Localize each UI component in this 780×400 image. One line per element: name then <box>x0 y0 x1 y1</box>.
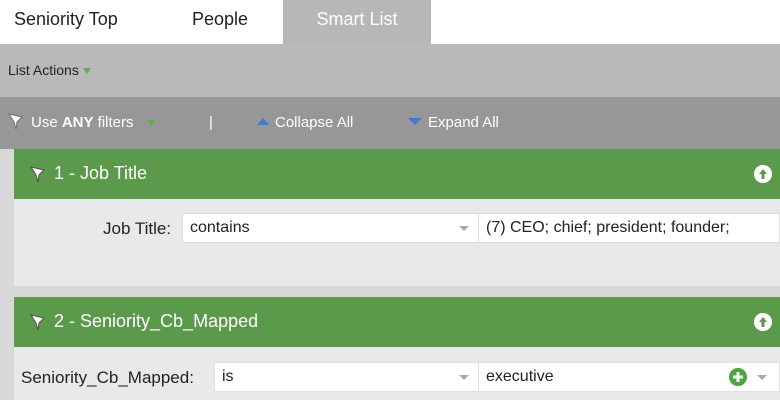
triangle-down-icon <box>146 120 155 127</box>
chevron-down-icon <box>459 226 469 231</box>
toolbar-separator: | <box>209 114 213 131</box>
filter-1-title: 1 - Job Title <box>54 163 148 183</box>
move-up-icon[interactable] <box>754 313 772 331</box>
filter-toolbar: Use ANY filters | Collapse All Expand Al… <box>0 97 780 149</box>
chevron-down-icon <box>459 375 469 380</box>
collapse-all-label: Collapse All <box>275 114 354 131</box>
expand-icon <box>408 118 422 125</box>
job-title-operator-select[interactable]: contains <box>182 213 482 243</box>
list-actions-menu[interactable]: List Actions <box>8 62 91 78</box>
list-actions-bar: List Actions <box>0 44 780 97</box>
use-any-filters-menu[interactable]: Use ANY filters <box>31 114 155 131</box>
filter-1-header[interactable]: 1 - Job Title <box>14 149 780 199</box>
chevron-down-icon <box>757 375 767 380</box>
seniority-operator-select[interactable]: is <box>214 362 482 392</box>
expand-all-label: Expand All <box>428 114 499 131</box>
filter-funnel-icon <box>8 113 23 130</box>
collapse-all-button[interactable]: Collapse All <box>257 114 353 131</box>
use-prefix: Use <box>31 114 62 131</box>
filter-2-title: 2 - Seniority_Cb_Mapped <box>54 311 259 331</box>
seniority-value: executive <box>486 368 554 385</box>
operator-value: is <box>222 368 234 385</box>
use-mode: ANY <box>61 114 94 131</box>
filter-funnel-icon <box>30 166 45 183</box>
job-title-label: Job Title: <box>103 219 172 238</box>
tab-bar: Seniority Top People Smart List <box>0 0 780 44</box>
job-title-value: (7) CEO; chief; president; founder; <box>486 219 730 236</box>
tab-people[interactable]: People <box>192 0 248 44</box>
job-title-value-field[interactable]: (7) CEO; chief; president; founder; <box>478 213 780 243</box>
expand-all-button[interactable]: Expand All <box>408 114 499 131</box>
tab-seniority-top[interactable]: Seniority Top <box>14 0 118 44</box>
seniority-label: Seniority_Cb_Mapped: <box>21 368 194 387</box>
seniority-value-select[interactable]: executive <box>478 362 780 392</box>
move-up-icon[interactable] <box>754 165 772 183</box>
filter-funnel-icon <box>30 314 45 331</box>
filter-2-header[interactable]: 2 - Seniority_Cb_Mapped <box>14 297 780 347</box>
triangle-down-icon <box>82 68 91 75</box>
filter-panel-2: 2 - Seniority_Cb_Mapped Seniority_Cb_Map… <box>14 297 780 400</box>
filter-area: 1 - Job Title Job Title: contains (7) CE… <box>0 149 780 400</box>
filter-panel-1: 1 - Job Title Job Title: contains (7) CE… <box>14 149 780 286</box>
add-value-icon[interactable] <box>729 368 747 386</box>
tab-smart-list[interactable]: Smart List <box>283 0 431 44</box>
collapse-icon <box>257 118 269 125</box>
list-actions-label: List Actions <box>8 62 79 78</box>
use-suffix: filters <box>93 114 134 131</box>
operator-value: contains <box>190 219 250 236</box>
